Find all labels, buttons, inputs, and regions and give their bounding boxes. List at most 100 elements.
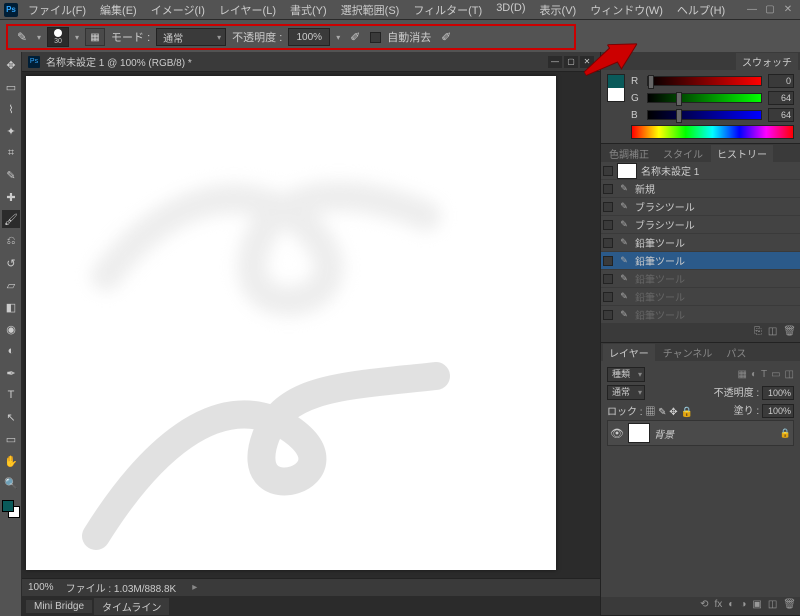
- adjustment-icon[interactable]: ◑: [740, 599, 746, 613]
- filter-pixel-icon[interactable]: ▦: [737, 369, 746, 380]
- marquee-tool-icon[interactable]: ▭: [2, 78, 20, 96]
- color-swatches[interactable]: [2, 500, 20, 518]
- menu-help[interactable]: ヘルプ(H): [673, 1, 729, 19]
- lock-trans-icon[interactable]: ▦: [645, 407, 655, 418]
- delete-layer-icon[interactable]: 🗑: [783, 599, 796, 613]
- history-step[interactable]: ✎鉛筆ツール: [601, 306, 800, 324]
- stamp-tool-icon[interactable]: ⎌: [2, 232, 20, 250]
- lasso-tool-icon[interactable]: ⌇: [2, 100, 20, 118]
- lock-paint-icon[interactable]: ✎: [658, 407, 666, 418]
- menu-image[interactable]: イメージ(I): [147, 1, 209, 19]
- doc-minimize-icon[interactable]: —: [548, 56, 562, 68]
- opacity-dropdown-icon[interactable]: ▾: [336, 33, 340, 42]
- brush-panel-toggle-icon[interactable]: ▦: [85, 28, 105, 46]
- maximize-icon[interactable]: ▢: [762, 3, 778, 17]
- hue-strip[interactable]: [631, 125, 794, 139]
- history-step[interactable]: ✎ブラシツール: [601, 216, 800, 234]
- layers-opacity-value[interactable]: 100%: [762, 386, 794, 400]
- history-source-check[interactable]: [603, 166, 613, 176]
- history-step[interactable]: ✎新規: [601, 180, 800, 198]
- mask-icon[interactable]: ◐: [728, 599, 734, 613]
- tab-styles[interactable]: スタイル: [657, 145, 709, 162]
- new-layer-icon[interactable]: ◫: [768, 599, 777, 613]
- menu-3d[interactable]: 3D(D): [492, 1, 529, 19]
- history-source-row[interactable]: 名称未設定 1: [601, 162, 800, 180]
- zoom-value[interactable]: 100%: [28, 582, 54, 593]
- eyedropper-tool-icon[interactable]: ✎: [2, 166, 20, 184]
- filter-type-icon[interactable]: T: [761, 369, 767, 380]
- path-select-tool-icon[interactable]: ↖: [2, 408, 20, 426]
- layer-kind-filter[interactable]: 種類: [607, 367, 645, 382]
- menu-file[interactable]: ファイル(F): [24, 1, 90, 19]
- tab-paths[interactable]: パス: [720, 344, 752, 361]
- filter-adjust-icon[interactable]: ◐: [751, 369, 757, 380]
- history-check[interactable]: [603, 256, 613, 266]
- filter-smart-icon[interactable]: ◫: [785, 369, 794, 380]
- menu-window[interactable]: ウィンドウ(W): [586, 1, 667, 19]
- layer-row[interactable]: 👁 背景 🔒: [607, 420, 794, 446]
- shape-tool-icon[interactable]: ▭: [2, 430, 20, 448]
- history-check[interactable]: [603, 274, 613, 284]
- history-check[interactable]: [603, 238, 613, 248]
- brush-tool-icon[interactable]: 🖌: [2, 210, 20, 228]
- doc-close-icon[interactable]: ✕: [580, 56, 594, 68]
- pencil-tool-icon[interactable]: ✎: [13, 28, 31, 46]
- history-step[interactable]: ✎鉛筆ツール: [601, 234, 800, 252]
- history-step[interactable]: ✎ブラシツール: [601, 198, 800, 216]
- history-step[interactable]: ✎鉛筆ツール: [601, 252, 800, 270]
- pen-tool-icon[interactable]: ✒: [2, 364, 20, 382]
- lock-all-icon[interactable]: 🔒: [680, 407, 692, 418]
- history-step[interactable]: ✎鉛筆ツール: [601, 288, 800, 306]
- filter-shape-icon[interactable]: ▭: [771, 369, 780, 380]
- blur-tool-icon[interactable]: ◉: [2, 320, 20, 338]
- layer-lock-icon[interactable]: 🔒: [780, 428, 791, 439]
- history-brush-tool-icon[interactable]: ↺: [2, 254, 20, 272]
- menu-select[interactable]: 選択範囲(S): [337, 1, 404, 19]
- dodge-tool-icon[interactable]: ◐: [2, 342, 20, 360]
- minimize-icon[interactable]: —: [744, 3, 760, 17]
- group-icon[interactable]: ▣: [752, 599, 761, 613]
- r-value[interactable]: 0: [768, 74, 794, 88]
- quick-select-tool-icon[interactable]: ✦: [2, 122, 20, 140]
- b-value[interactable]: 64: [768, 108, 794, 122]
- crop-tool-icon[interactable]: ⌗: [2, 144, 20, 162]
- type-tool-icon[interactable]: T: [2, 386, 20, 404]
- history-check[interactable]: [603, 220, 613, 230]
- status-dropdown-icon[interactable]: ▸: [192, 582, 197, 593]
- move-tool-icon[interactable]: ✥: [2, 56, 20, 74]
- color-sample[interactable]: [607, 74, 625, 102]
- blend-mode-select[interactable]: 通常: [156, 28, 226, 46]
- fill-value[interactable]: 100%: [762, 404, 794, 418]
- menu-type[interactable]: 書式(Y): [286, 1, 331, 19]
- brush-preset-preview[interactable]: 30: [47, 27, 69, 47]
- document-tab[interactable]: Ps 名称未設定 1 @ 100% (RGB/8) * — ▢ ✕: [22, 52, 600, 72]
- pressure-size-icon[interactable]: ✐: [437, 28, 455, 46]
- history-check[interactable]: [603, 202, 613, 212]
- menu-filter[interactable]: フィルター(T): [409, 1, 486, 19]
- zoom-tool-icon[interactable]: 🔍: [2, 474, 20, 492]
- tab-layers[interactable]: レイヤー: [603, 344, 655, 361]
- trash-icon[interactable]: 🗑: [783, 326, 796, 340]
- eraser-tool-icon[interactable]: ▱: [2, 276, 20, 294]
- menu-layer[interactable]: レイヤー(L): [215, 1, 280, 19]
- menu-edit[interactable]: 編集(E): [96, 1, 141, 19]
- link-layers-icon[interactable]: ⟲: [700, 599, 708, 613]
- fx-icon[interactable]: fx: [715, 599, 723, 613]
- canvas[interactable]: [26, 76, 556, 570]
- history-check[interactable]: [603, 184, 613, 194]
- canvas-viewport[interactable]: [22, 72, 600, 578]
- r-slider[interactable]: [647, 76, 762, 86]
- blend-mode-layers[interactable]: 通常: [607, 385, 645, 400]
- history-check[interactable]: [603, 310, 613, 320]
- tab-mini-bridge[interactable]: Mini Bridge: [26, 600, 92, 613]
- auto-erase-checkbox[interactable]: [370, 32, 381, 43]
- gradient-tool-icon[interactable]: ◧: [2, 298, 20, 316]
- hand-tool-icon[interactable]: ✋: [2, 452, 20, 470]
- close-icon[interactable]: ✕: [780, 3, 796, 17]
- tab-history[interactable]: ヒストリー: [711, 145, 773, 162]
- new-snapshot-icon[interactable]: ◫: [768, 326, 777, 340]
- menu-view[interactable]: 表示(V): [536, 1, 581, 19]
- layer-name[interactable]: 背景: [654, 426, 776, 441]
- g-slider[interactable]: [647, 93, 762, 103]
- snapshot-icon[interactable]: ⎘: [754, 326, 762, 340]
